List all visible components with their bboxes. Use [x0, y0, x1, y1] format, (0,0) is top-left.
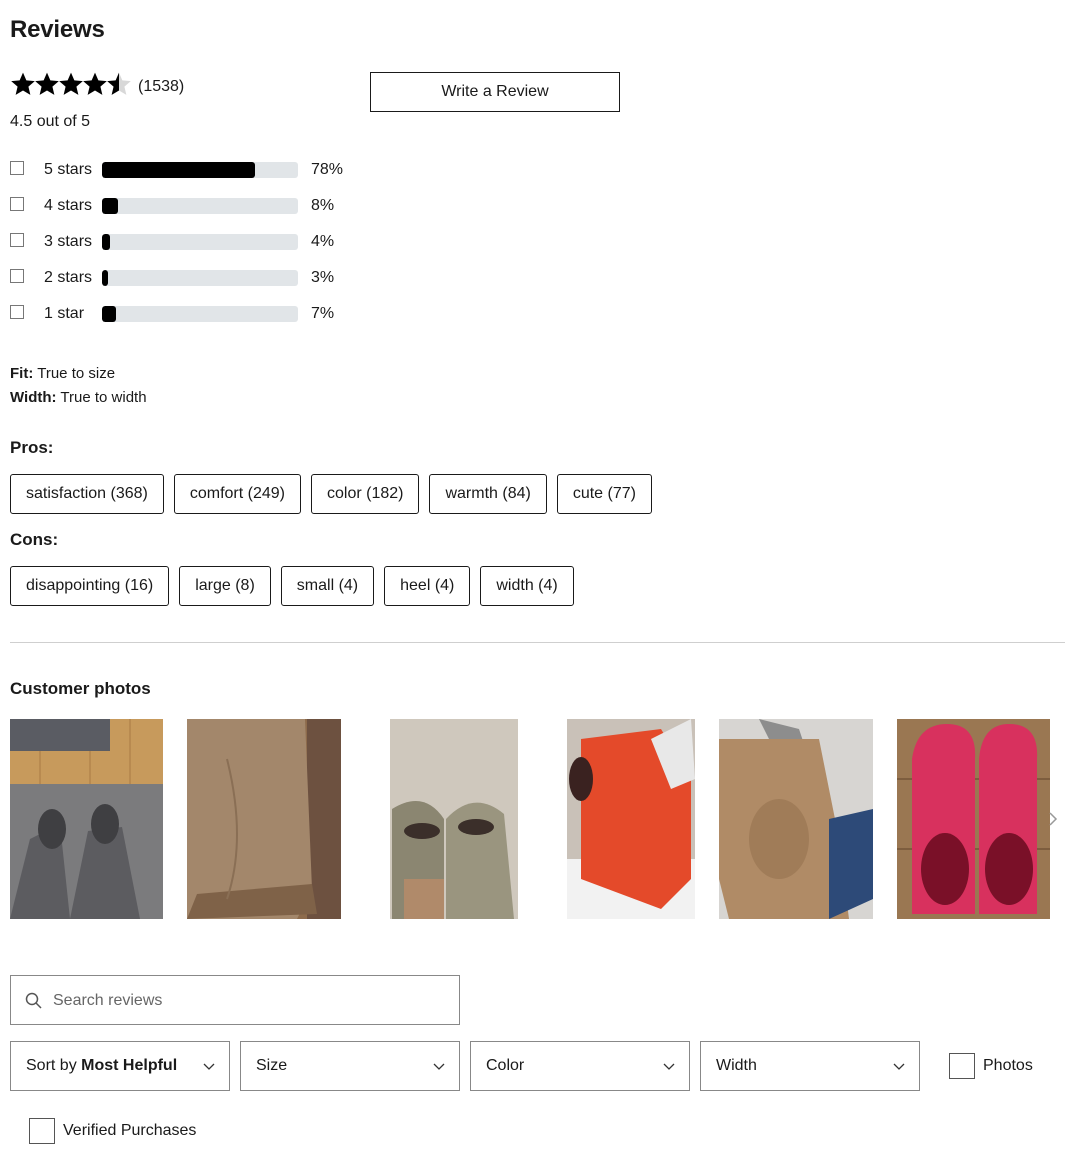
rating-bar-track — [102, 162, 298, 178]
pro-chip[interactable]: comfort (249) — [173, 474, 301, 514]
rating-row-label: 3 stars — [44, 233, 93, 250]
rating-row-percent: 4% — [311, 233, 335, 250]
width-dropdown-label: Width — [716, 1057, 757, 1074]
rating-row-percent: 7% — [311, 305, 335, 322]
rating-row-label: 2 stars — [44, 269, 93, 286]
chevron-down-icon — [433, 1063, 445, 1070]
chevron-right-icon[interactable] — [1047, 810, 1059, 828]
width-label: Width: — [10, 389, 57, 406]
rating-bar-fill — [102, 306, 116, 322]
rating-bar-track — [102, 234, 298, 250]
chevron-down-icon — [663, 1063, 675, 1070]
sort-value: Most Helpful — [81, 1057, 178, 1074]
reviews-title: Reviews — [10, 16, 105, 43]
fit-label: Fit: — [10, 365, 34, 382]
width-value: True to width — [60, 389, 147, 406]
verified-purchases-label: Verified Purchases — [63, 1122, 197, 1139]
rating-row[interactable]: 2 stars 3% — [10, 268, 350, 290]
sort-dropdown[interactable]: Sort by Most Helpful — [10, 1041, 230, 1091]
rating-out-of: 4.5 out of 5 — [10, 113, 91, 130]
rating-filter-checkbox[interactable] — [10, 305, 24, 319]
size-dropdown-label: Size — [256, 1057, 288, 1074]
sort-prefix: Sort by — [26, 1057, 82, 1074]
rating-count: (1538) — [138, 78, 185, 95]
width-dropdown[interactable]: Width — [700, 1041, 920, 1091]
rating-bar-fill — [102, 198, 118, 214]
rating-row-label: 5 stars — [44, 161, 93, 178]
search-reviews-input[interactable] — [51, 988, 445, 1014]
photos-checkbox-label: Photos — [983, 1057, 1033, 1074]
chevron-down-icon — [203, 1063, 215, 1070]
search-reviews-box[interactable] — [10, 975, 460, 1025]
rating-row-label: 1 star — [44, 305, 85, 322]
rating-row[interactable]: 3 stars 4% — [10, 232, 350, 254]
color-dropdown[interactable]: Color — [470, 1041, 690, 1091]
pros-chips: satisfaction (368) comfort (249) color (… — [10, 474, 652, 514]
con-chip[interactable]: heel (4) — [384, 566, 471, 606]
customer-photo-1[interactable] — [10, 719, 163, 919]
rating-filter-checkbox[interactable] — [10, 161, 24, 175]
search-icon — [25, 992, 42, 1009]
pro-chip[interactable]: color (182) — [310, 474, 420, 514]
rating-row[interactable]: 1 star 7% — [10, 304, 350, 326]
size-dropdown[interactable]: Size — [240, 1041, 460, 1091]
rating-filter-checkbox[interactable] — [10, 197, 24, 211]
rating-bar-fill — [102, 270, 108, 286]
rating-filter-checkbox[interactable] — [10, 269, 24, 283]
customer-photo-2[interactable] — [187, 719, 341, 919]
con-chip[interactable]: small (4) — [280, 566, 375, 606]
star-icon — [34, 71, 59, 97]
rating-bar-track — [102, 270, 298, 286]
sort-dropdown-label: Sort by Most Helpful — [26, 1057, 177, 1075]
rating-filter-checkbox[interactable] — [10, 233, 24, 247]
rating-row-percent: 8% — [311, 197, 335, 214]
pro-chip[interactable]: satisfaction (368) — [10, 474, 164, 514]
star-icon — [10, 71, 35, 97]
pros-title: Pros: — [10, 438, 54, 457]
section-divider — [10, 642, 1065, 643]
verified-purchases-checkbox[interactable] — [29, 1118, 55, 1144]
con-chip[interactable]: large (8) — [179, 566, 271, 606]
rating-row-percent: 78% — [311, 161, 344, 178]
rating-bar-fill — [102, 234, 110, 250]
customer-photos-title: Customer photos — [10, 679, 151, 698]
pro-chip[interactable]: warmth (84) — [429, 474, 547, 514]
customer-photo-6[interactable] — [897, 719, 1050, 919]
rating-bar-track — [102, 306, 298, 322]
rating-row-percent: 3% — [311, 269, 335, 286]
con-chip[interactable]: width (4) — [480, 566, 574, 606]
half-star-icon — [106, 71, 131, 97]
photos-checkbox[interactable] — [949, 1053, 975, 1079]
star-icon — [58, 71, 83, 97]
rating-row[interactable]: 5 stars 78% — [10, 160, 350, 182]
rating-bar-fill — [102, 162, 255, 178]
star-icon — [82, 71, 107, 97]
pro-chip[interactable]: cute (77) — [556, 474, 652, 514]
customer-photo-5[interactable] — [719, 719, 873, 919]
rating-row[interactable]: 4 stars 8% — [10, 196, 350, 218]
customer-photo-4[interactable] — [541, 719, 695, 919]
customer-photo-3[interactable] — [364, 719, 518, 919]
rating-stars — [10, 71, 131, 97]
write-review-button[interactable]: Write a Review — [370, 72, 620, 112]
con-chip[interactable]: disappointing (16) — [10, 566, 170, 606]
fit-value: True to size — [37, 365, 116, 382]
fit-line: Fit: True to size — [10, 365, 115, 382]
cons-chips: disappointing (16) large (8) small (4) h… — [10, 566, 574, 606]
rating-bar-track — [102, 198, 298, 214]
chevron-down-icon — [893, 1063, 905, 1070]
color-dropdown-label: Color — [486, 1057, 525, 1074]
cons-title: Cons: — [10, 530, 59, 549]
width-line: Width: True to width — [10, 389, 147, 406]
rating-row-label: 4 stars — [44, 197, 93, 214]
